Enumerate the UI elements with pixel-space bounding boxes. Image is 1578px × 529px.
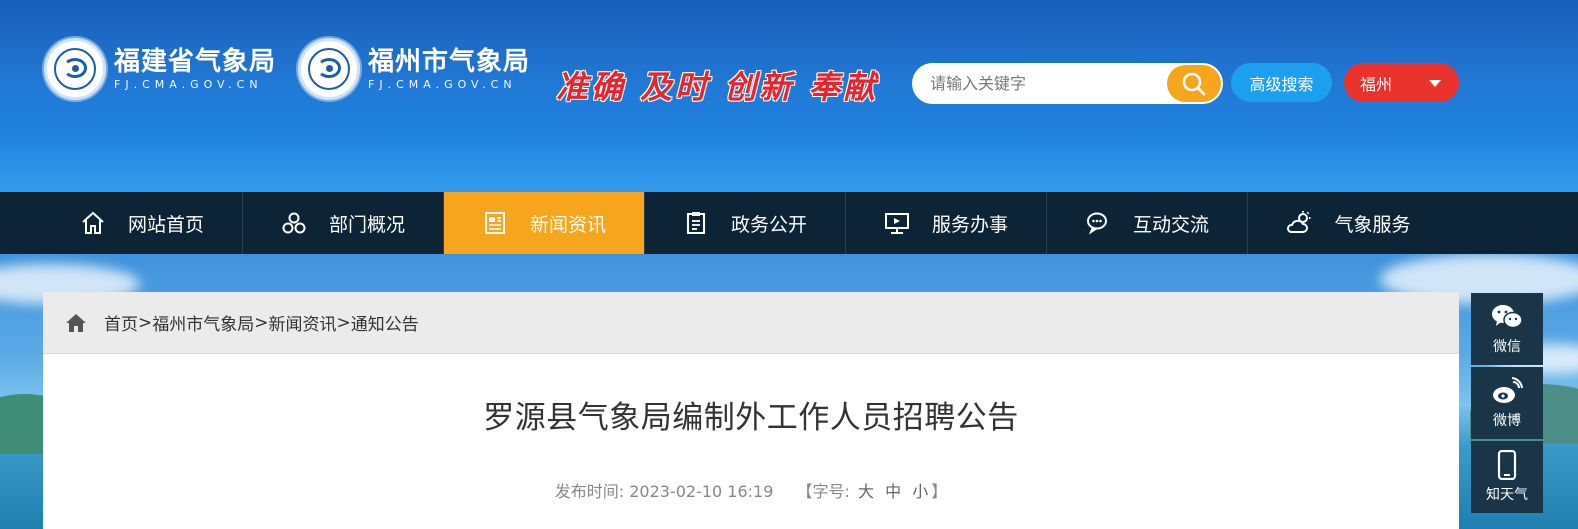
wechat-label: 微信	[1493, 339, 1521, 355]
fuzhou-logo-name: 福州市气象局	[368, 47, 531, 77]
fuzhou-logo-domain: FJ.CMA.GOV.CN	[368, 78, 517, 91]
publish-time: 2023-02-10 16:19	[629, 482, 774, 501]
caret-down-icon	[1429, 80, 1441, 87]
cma-emblem-icon	[44, 38, 106, 100]
font-size-medium-button[interactable]: 中	[885, 482, 901, 501]
nav-item-news[interactable]: 新闻资讯	[444, 192, 645, 254]
main-nav: 网站首页 部门概况 新闻资讯 政务公开 服务办事 互动交流 气象服务	[0, 192, 1578, 254]
side-float-bar: 微信 微博 知天气	[1471, 293, 1543, 515]
weather-icon	[1286, 210, 1312, 236]
nav-item-label: 政务公开	[730, 213, 807, 236]
search-button[interactable]	[1167, 65, 1221, 102]
zhitianqi-button[interactable]: 知天气	[1471, 441, 1543, 513]
fujian-logo[interactable]: 福建省气象局 FJ.CMA.GOV.CN	[44, 38, 276, 100]
city-select-value: 福州	[1360, 74, 1393, 94]
nav-item-services[interactable]: 服务办事	[846, 192, 1047, 254]
nav-item-label: 网站首页	[127, 213, 204, 236]
font-size-small-button[interactable]: 小	[912, 482, 928, 501]
breadcrumb-fuzhou[interactable]: 福州市气象局	[152, 310, 254, 335]
monitor-icon	[884, 210, 910, 236]
nav-item-label: 互动交流	[1132, 213, 1209, 236]
nav-item-government[interactable]: 政务公开	[645, 192, 846, 254]
advanced-search-button[interactable]: 高级搜索	[1231, 63, 1332, 102]
article-title: 罗源县气象局编制外工作人员招聘公告	[483, 400, 1019, 436]
weibo-label: 微博	[1493, 413, 1521, 429]
phone-icon	[1491, 450, 1523, 480]
nav-item-home[interactable]: 网站首页	[42, 192, 243, 254]
nav-item-label: 气象服务	[1334, 213, 1411, 236]
font-size-large-button[interactable]: 大	[858, 482, 874, 501]
article-meta: 发布时间: 2023-02-10 16:19 【字号: 大 中 小】	[43, 478, 1459, 502]
fujian-logo-name: 福建省气象局	[114, 47, 277, 77]
zhitianqi-label: 知天气	[1486, 487, 1528, 503]
font-size-label: 【字号:	[796, 482, 850, 501]
chat-icon	[1085, 210, 1111, 236]
site-header: 福建省气象局 FJ.CMA.GOV.CN 福州市气象局 FJ.CMA.GOV.C…	[0, 0, 1578, 192]
nav-item-label: 服务办事	[931, 213, 1008, 236]
news-icon	[482, 210, 508, 236]
nav-item-label: 新闻资讯	[529, 213, 606, 236]
department-icon	[281, 210, 307, 236]
city-select[interactable]: 福州	[1344, 63, 1459, 102]
search-icon	[1182, 72, 1206, 95]
fujian-logo-domain: FJ.CMA.GOV.CN	[114, 78, 263, 91]
slogan: 准确 及时 创新 奉献	[556, 68, 879, 106]
content-panel: 首页 > 福州市气象局 > 新闻资讯 > 通知公告 罗源县气象局编制外工作人员招…	[43, 292, 1459, 529]
breadcrumb-home[interactable]: 首页	[104, 310, 138, 335]
wechat-button[interactable]: 微信	[1471, 293, 1543, 365]
weibo-button[interactable]: 微博	[1471, 367, 1543, 439]
fuzhou-logo[interactable]: 福州市气象局 FJ.CMA.GOV.CN	[298, 38, 530, 100]
nav-item-interaction[interactable]: 互动交流	[1047, 192, 1248, 254]
nav-item-label: 部门概况	[328, 213, 405, 236]
font-size-close: 】	[931, 482, 948, 501]
home-icon[interactable]	[65, 313, 87, 333]
breadcrumb-separator: >	[254, 312, 269, 333]
breadcrumb-separator: >	[336, 312, 351, 333]
search-input[interactable]	[930, 63, 1170, 104]
breadcrumb-separator: >	[138, 312, 153, 333]
breadcrumb: 首页 > 福州市气象局 > 新闻资讯 > 通知公告	[43, 292, 1459, 354]
home-icon	[80, 210, 106, 236]
nav-item-weather[interactable]: 气象服务	[1248, 192, 1449, 254]
breadcrumb-notices[interactable]: 通知公告	[351, 310, 419, 335]
cma-emblem-icon	[298, 38, 360, 100]
nav-item-department[interactable]: 部门概况	[243, 192, 444, 254]
publish-label: 发布时间:	[554, 482, 630, 501]
wechat-icon	[1491, 302, 1523, 332]
breadcrumb-news[interactable]: 新闻资讯	[269, 310, 337, 335]
search-box	[912, 63, 1223, 104]
weibo-icon	[1491, 376, 1523, 406]
clipboard-icon	[683, 210, 709, 236]
